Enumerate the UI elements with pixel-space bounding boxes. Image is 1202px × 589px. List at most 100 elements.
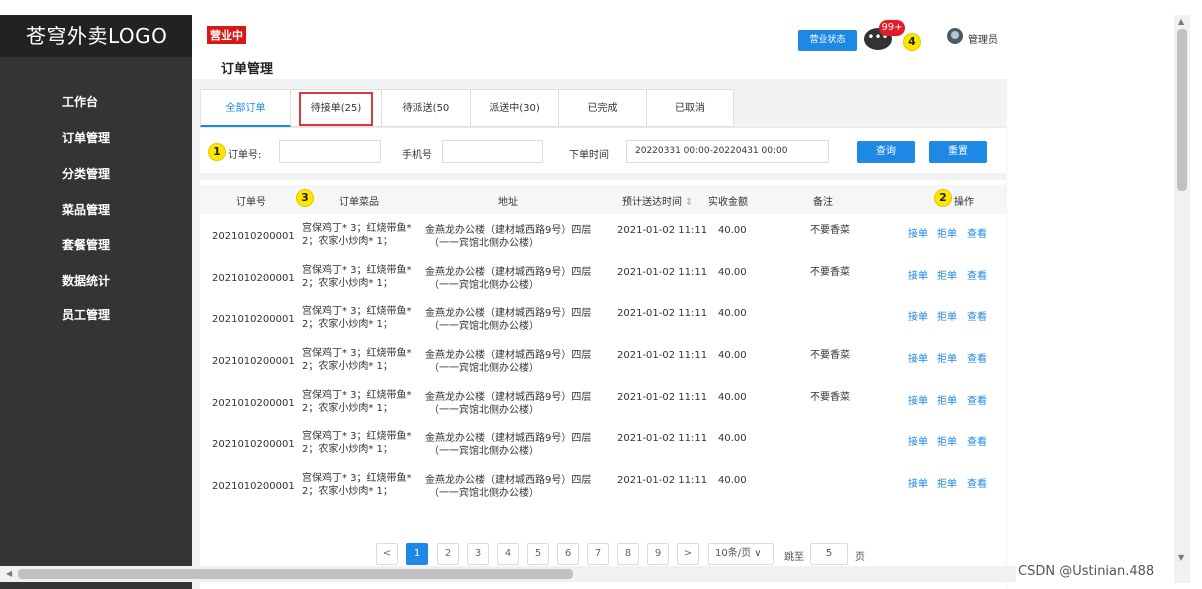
page-9[interactable]: 9: [647, 543, 669, 565]
reject-order-link[interactable]: 拒单: [937, 267, 957, 282]
column-order-no: 订单号: [236, 197, 266, 208]
vertical-scroll-thumb[interactable]: [1177, 29, 1187, 191]
message-count-badge: 99+: [879, 20, 905, 36]
dishes-cell-line2: 2；农家小炒肉* 1；: [302, 361, 393, 372]
order-no-cell: 2021010200001: [212, 314, 295, 325]
delivery-time-cell: 2021-01-02 11:11: [617, 225, 708, 236]
order-time-input[interactable]: 20220331 00:00-20220431 00:00: [626, 140, 829, 163]
page-1[interactable]: 1: [406, 543, 428, 565]
sidebar-item-workbench[interactable]: 工作台: [62, 93, 98, 110]
reject-order-link[interactable]: 拒单: [937, 433, 957, 448]
page-2[interactable]: 2: [437, 543, 459, 565]
delivery-time-cell: 2021-01-02 11:11: [617, 392, 708, 403]
dishes-cell-line2: 2；农家小炒肉* 1；: [302, 278, 393, 289]
amount-cell: 40.00: [718, 433, 747, 444]
address-cell-line1: 金燕龙办公楼（建材城西路9号）四层: [425, 225, 592, 236]
page-7[interactable]: 7: [587, 543, 609, 565]
column-delivery-time[interactable]: 预计送达时间 ⇕: [622, 193, 693, 208]
amount-cell: 40.00: [718, 225, 747, 236]
sidebar-item-categories[interactable]: 分类管理: [62, 165, 110, 182]
horizontal-scroll-thumb[interactable]: [18, 569, 573, 579]
query-button[interactable]: 查询: [857, 141, 915, 163]
accept-order-link[interactable]: 接单: [908, 433, 928, 448]
tab-pending[interactable]: 待接单(25): [291, 89, 382, 127]
avatar[interactable]: [947, 28, 963, 44]
address-cell-line1: 金燕龙办公楼（建材城西路9号）四层: [425, 308, 592, 319]
vertical-scrollbar[interactable]: ▲ ▼: [1174, 15, 1190, 583]
address-cell-line2: （一一宾馆北侧办公楼）: [429, 280, 539, 291]
accept-order-link[interactable]: 接单: [908, 225, 928, 240]
admin-name[interactable]: 管理员: [968, 31, 998, 46]
sidebar-item-orders[interactable]: 订单管理: [62, 129, 110, 146]
order-time-label: 下单时间: [569, 150, 609, 161]
page-8[interactable]: 8: [617, 543, 639, 565]
reject-order-link[interactable]: 拒单: [937, 392, 957, 407]
sort-icon[interactable]: ⇕: [685, 197, 693, 208]
delivery-time-cell: 2021-01-02 11:11: [617, 267, 708, 278]
tab-delivering[interactable]: 派送中(30): [471, 89, 559, 127]
sidebar-item-dishes[interactable]: 菜品管理: [62, 201, 110, 218]
amount-cell: 40.00: [718, 267, 747, 278]
tab-all-orders[interactable]: 全部订单: [200, 89, 291, 127]
scroll-down-icon[interactable]: ▼: [1178, 553, 1184, 562]
reject-order-link[interactable]: 拒单: [937, 475, 957, 490]
view-order-link[interactable]: 查看: [967, 475, 987, 490]
address-cell-line2: （一一宾馆北侧办公楼）: [429, 363, 539, 374]
view-order-link[interactable]: 查看: [967, 308, 987, 323]
view-order-link[interactable]: 查看: [967, 350, 987, 365]
accept-order-link[interactable]: 接单: [908, 475, 928, 490]
reset-button[interactable]: 重置: [929, 141, 987, 163]
view-order-link[interactable]: 查看: [967, 433, 987, 448]
order-no-cell: 2021010200001: [212, 398, 295, 409]
horizontal-scrollbar[interactable]: ◀: [0, 566, 1016, 582]
scroll-left-icon[interactable]: ◀: [6, 569, 12, 578]
delivery-time-cell: 2021-01-02 11:11: [617, 350, 708, 361]
watermark: CSDN @Ustinian.488: [1018, 564, 1155, 579]
reject-order-link[interactable]: 拒单: [937, 225, 957, 240]
view-order-link[interactable]: 查看: [967, 225, 987, 240]
delivery-time-cell: 2021-01-02 11:11: [617, 308, 708, 319]
accept-order-link[interactable]: 接单: [908, 267, 928, 282]
tab-to-dispatch[interactable]: 待派送(50: [382, 89, 471, 127]
dishes-cell-line2: 2；农家小炒肉* 1；: [302, 236, 393, 247]
annotation-1: 1: [208, 143, 226, 161]
sidebar-item-setmeals[interactable]: 套餐管理: [62, 236, 110, 253]
next-page-button[interactable]: >: [677, 543, 699, 565]
annotation-3: 3: [296, 189, 314, 207]
accept-order-link[interactable]: 接单: [908, 350, 928, 365]
order-tabs: 全部订单 待接单(25) 待派送(50 派送中(30) 已完成 已取消: [200, 89, 734, 127]
business-status-button[interactable]: 营业状态: [798, 30, 857, 51]
tab-cancelled[interactable]: 已取消: [647, 89, 734, 127]
scroll-up-icon[interactable]: ▲: [1178, 17, 1184, 26]
accept-order-link[interactable]: 接单: [908, 392, 928, 407]
address-cell-line1: 金燕龙办公楼（建材城西路9号）四层: [425, 433, 592, 444]
order-no-input[interactable]: [279, 140, 381, 163]
jump-page-input[interactable]: 5: [810, 543, 848, 565]
table-row: 2021010200001 宫保鸡丁* 3；红烧带鱼* 2；农家小炒肉* 1； 金燕龙…: [200, 387, 1006, 429]
table-row: 2021010200001 宫保鸡丁* 3；红烧带鱼* 2；农家小炒肉* 1； 金燕龙…: [200, 345, 1006, 387]
sidebar-item-statistics[interactable]: 数据统计: [62, 272, 110, 289]
page-6[interactable]: 6: [557, 543, 579, 565]
page-size-select[interactable]: 10条/页 ∨: [708, 543, 774, 565]
table-row: 2021010200001 宫保鸡丁* 3；红烧带鱼* 2；农家小炒肉* 1； 金燕龙…: [200, 262, 1006, 304]
sidebar-item-employees[interactable]: 员工管理: [62, 306, 110, 323]
page-3[interactable]: 3: [467, 543, 489, 565]
tab-completed[interactable]: 已完成: [559, 89, 647, 127]
view-order-link[interactable]: 查看: [967, 267, 987, 282]
order-no-cell: 2021010200001: [212, 231, 295, 242]
accept-order-link[interactable]: 接单: [908, 308, 928, 323]
brand-logo: 苍穹外卖LOGO: [0, 15, 192, 57]
reject-order-link[interactable]: 拒单: [937, 308, 957, 323]
column-delivery-time-label: 预计送达时间: [622, 197, 682, 208]
page-4[interactable]: 4: [497, 543, 519, 565]
page-5[interactable]: 5: [527, 543, 549, 565]
phone-input[interactable]: [442, 140, 543, 163]
page-suffix: 页: [855, 552, 865, 563]
prev-page-button[interactable]: <: [376, 543, 398, 565]
dishes-cell-line2: 2；农家小炒肉* 1；: [302, 319, 393, 330]
delivery-time-cell: 2021-01-02 11:11: [617, 433, 708, 444]
view-order-link[interactable]: 查看: [967, 392, 987, 407]
dishes-cell-line1: 宫保鸡丁* 3；红烧带鱼*: [302, 348, 412, 359]
reject-order-link[interactable]: 拒单: [937, 350, 957, 365]
annotation-2: 2: [934, 189, 952, 207]
